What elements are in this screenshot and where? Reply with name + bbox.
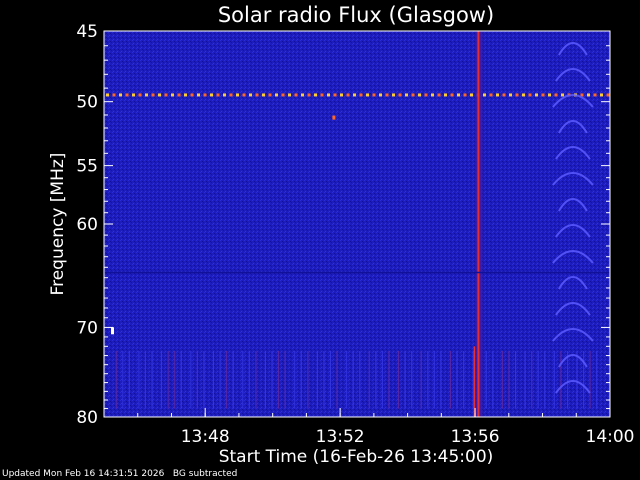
y-tick-label: 45 (76, 22, 98, 42)
interference-dot (398, 93, 402, 97)
interference-dot (177, 93, 181, 97)
interference-dot (327, 93, 330, 97)
interference-dot (483, 93, 486, 97)
x-tick-label: 13:52 (316, 427, 365, 447)
y-tick-label: 55 (76, 157, 98, 177)
interference-dot (366, 93, 369, 97)
interference-dot (112, 93, 116, 97)
x-axis-label: Start Time (16-Feb-26 13:45:00) (219, 447, 494, 467)
interference-dot (171, 93, 174, 97)
y-tick-label: 60 (76, 215, 98, 235)
interference-dot (236, 93, 239, 97)
interference-dot (138, 93, 142, 97)
interference-dot (333, 93, 337, 97)
interference-dot (203, 93, 207, 97)
interference-dot (496, 93, 499, 97)
interference-dot (418, 93, 421, 97)
interference-dot (294, 93, 298, 97)
interference-dot (119, 93, 122, 97)
interference-dot (424, 93, 428, 97)
interference-dot (281, 93, 285, 97)
interference-dot (190, 93, 194, 97)
interference-dot (255, 93, 259, 97)
interference-dot (229, 93, 233, 97)
interference-dot (515, 93, 519, 97)
interference-dot (606, 93, 610, 97)
interference-dot (548, 93, 551, 97)
interference-dot (522, 93, 525, 97)
y-tick-label: 80 (76, 408, 98, 428)
interference-dot (164, 93, 168, 97)
interference-dot (184, 93, 187, 97)
interference-dot (392, 93, 395, 97)
interference-dot (151, 93, 155, 97)
interference-dot (216, 93, 220, 97)
x-tick-label: 13:48 (181, 427, 230, 447)
interference-dot (593, 93, 597, 97)
interference-dot (457, 93, 460, 97)
y-axis-label: Frequency [MHz] (48, 153, 68, 296)
interference-dot (132, 93, 135, 97)
interference-dot (385, 93, 389, 97)
interference-dot (249, 93, 252, 97)
y-tick-label: 70 (76, 318, 98, 338)
chart-title: Solar radio Flux (Glasgow) (218, 3, 494, 27)
spectrogram-heatmap (104, 31, 610, 417)
interference-dot (431, 93, 434, 97)
y-tick-label: 50 (76, 93, 98, 113)
updated-timestamp: Updated Mon Feb 16 14:31:51 2026 (2, 469, 165, 479)
interference-dot (223, 93, 226, 97)
interference-dot (346, 93, 350, 97)
interference-dot (509, 93, 512, 97)
interference-dot (379, 93, 382, 97)
interference-dot (106, 93, 109, 97)
bg-subtracted-note: BG subtracted (172, 469, 238, 479)
interference-dot (314, 93, 317, 97)
interference-dot (450, 93, 454, 97)
interference-dot (301, 93, 304, 97)
interference-dot (340, 93, 343, 97)
interference-dot (535, 93, 538, 97)
interference-dot (561, 93, 564, 97)
interference-dot (600, 93, 603, 97)
interference-dot (411, 93, 415, 97)
footer: Updated Mon Feb 16 14:31:51 2026 BG subt… (2, 469, 237, 479)
interference-dot (262, 93, 265, 97)
plot-area (103, 30, 611, 418)
interference-dot (502, 93, 506, 97)
interference-dot (197, 93, 200, 97)
interference-dot (470, 93, 473, 97)
interference-dot (145, 93, 148, 97)
interference-dot (320, 93, 324, 97)
interference-dot (353, 93, 356, 97)
interference-dot (288, 93, 291, 97)
interference-dot (437, 93, 441, 97)
interference-dot (359, 93, 363, 97)
spot (332, 115, 336, 120)
interference-dot (158, 93, 161, 97)
interference-dot (210, 93, 213, 97)
interference-dot (372, 93, 376, 97)
interference-dot (268, 93, 272, 97)
spectrogram-figure: Solar radio Flux (Glasgow) 13:48 13:52 13:… (48, 3, 635, 467)
spot (111, 327, 114, 335)
interference-dot (242, 93, 246, 97)
interference-dot (125, 93, 129, 97)
interference-dot (405, 93, 408, 97)
interference-dot (489, 93, 493, 97)
interference-dot (541, 93, 545, 97)
interference-dot (587, 93, 590, 97)
interference-dot (463, 93, 467, 97)
interference-dot (554, 93, 558, 97)
x-tick-label: 13:56 (451, 427, 500, 447)
interference-dot (307, 93, 311, 97)
interference-dot (444, 93, 447, 97)
interference-dot (528, 93, 532, 97)
interference-dot (275, 93, 278, 97)
x-tick-label: 14:00 (586, 427, 635, 447)
